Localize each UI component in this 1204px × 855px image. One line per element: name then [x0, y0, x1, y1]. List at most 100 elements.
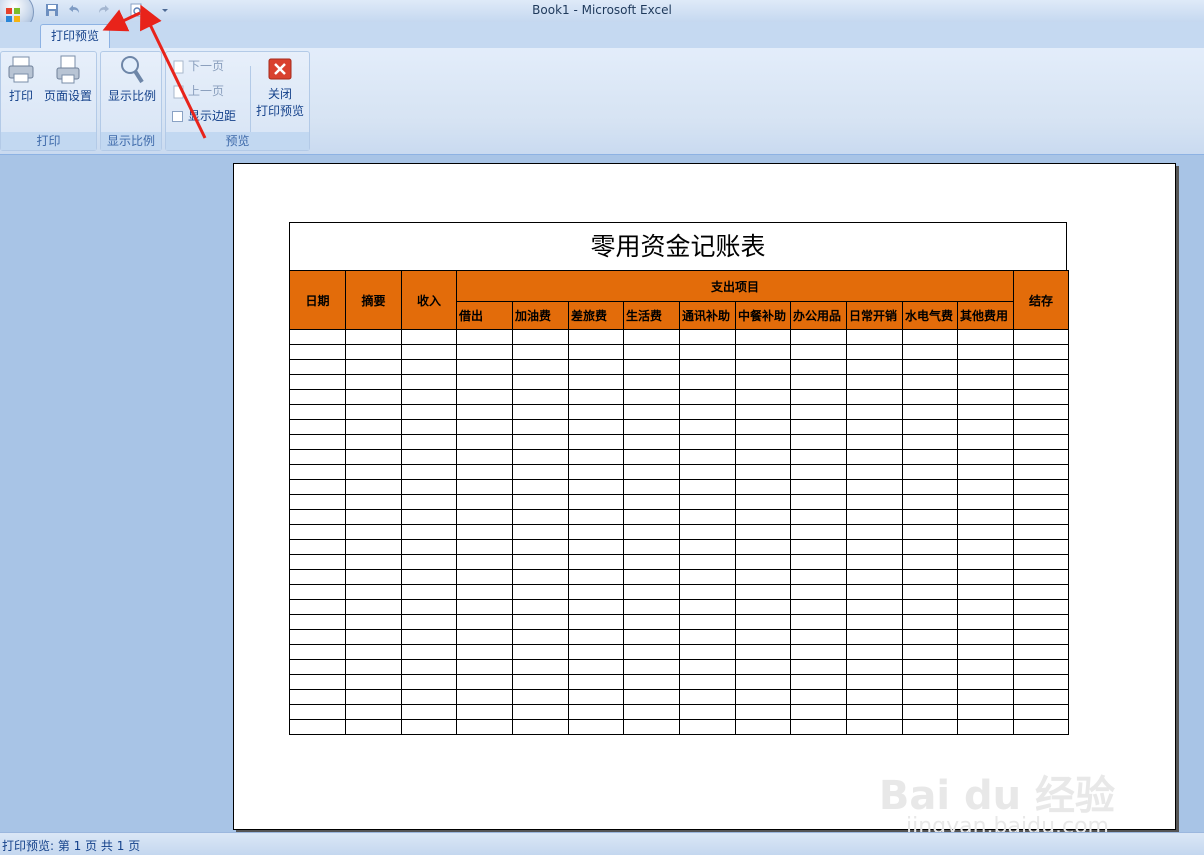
table-cell	[790, 539, 847, 555]
checkbox-icon[interactable]	[172, 111, 183, 122]
table-cell	[957, 554, 1014, 570]
table-cell	[735, 449, 791, 465]
table-cell	[735, 569, 791, 585]
table-cell	[957, 704, 1014, 720]
table-cell	[623, 689, 680, 705]
table-row	[289, 554, 1069, 570]
preview-workspace[interactable]: 零用资金记账表 日期 摘要 收入 支出项目 结存 借出 加油费 差旅费 生活费 通讯补助…	[0, 155, 1204, 839]
table-cell	[512, 404, 569, 420]
table-cell	[345, 434, 402, 450]
table-cell	[456, 569, 513, 585]
table-cell	[512, 539, 569, 555]
table-cell	[790, 419, 847, 435]
table-cell	[289, 359, 346, 375]
table-cell	[735, 644, 791, 660]
table-cell	[679, 614, 736, 630]
print-button[interactable]: 打印	[5, 54, 37, 105]
table-cell	[957, 464, 1014, 480]
table-cell	[957, 359, 1014, 375]
table-cell	[735, 464, 791, 480]
table-cell	[568, 494, 624, 510]
table-cell	[957, 344, 1014, 360]
table-cell	[568, 584, 624, 600]
table-cell	[289, 719, 346, 735]
table-cell	[401, 539, 457, 555]
table-cell	[846, 614, 903, 630]
table-cell	[846, 674, 903, 690]
table-cell	[289, 569, 346, 585]
table-cell	[512, 479, 569, 495]
table-cell	[1013, 659, 1069, 675]
table-cell	[401, 584, 457, 600]
table-cell	[902, 569, 958, 585]
table-cell	[957, 494, 1014, 510]
table-cell	[512, 359, 569, 375]
next-page-button[interactable]: 下一页	[172, 56, 224, 76]
page-setup-button[interactable]: 页面设置	[41, 54, 95, 105]
table-cell	[735, 434, 791, 450]
zoom-button[interactable]: 显示比例	[105, 54, 159, 105]
table-cell	[512, 614, 569, 630]
table-cell	[345, 569, 402, 585]
table-cell	[1013, 329, 1069, 345]
table-cell	[679, 674, 736, 690]
table-cell	[456, 599, 513, 615]
table-cell	[623, 719, 680, 735]
table-cell	[846, 689, 903, 705]
close-icon	[268, 58, 292, 80]
table-cell	[289, 584, 346, 600]
table-cell	[735, 719, 791, 735]
table-cell	[623, 434, 680, 450]
table-cell	[568, 359, 624, 375]
table-cell	[957, 629, 1014, 645]
table-cell	[623, 329, 680, 345]
table-cell	[401, 509, 457, 525]
header-income: 收入	[401, 270, 457, 330]
table-cell	[623, 359, 680, 375]
table-cell	[846, 629, 903, 645]
table-cell	[456, 389, 513, 405]
table-cell	[401, 629, 457, 645]
table-cell	[902, 704, 958, 720]
table-cell	[289, 614, 346, 630]
table-row	[289, 644, 1069, 660]
table-cell	[679, 629, 736, 645]
table-cell	[401, 554, 457, 570]
table-cell	[401, 449, 457, 465]
header-expense-column: 其他费用	[957, 301, 1014, 330]
table-cell	[1013, 704, 1069, 720]
table-cell	[623, 374, 680, 390]
table-cell	[456, 464, 513, 480]
table-cell	[289, 524, 346, 540]
table-cell	[1013, 584, 1069, 600]
table-cell	[957, 479, 1014, 495]
table-cell	[289, 464, 346, 480]
table-cell	[345, 704, 402, 720]
table-cell	[1013, 524, 1069, 540]
preview-page[interactable]: 零用资金记账表 日期 摘要 收入 支出项目 结存 借出 加油费 差旅费 生活费 通讯补助…	[233, 163, 1176, 839]
table-cell	[790, 524, 847, 540]
table-cell	[735, 554, 791, 570]
table-cell	[512, 554, 569, 570]
table-cell	[1013, 629, 1069, 645]
table-cell	[512, 449, 569, 465]
table-cell	[401, 344, 457, 360]
table-cell	[401, 599, 457, 615]
table-row	[289, 449, 1069, 465]
table-cell	[1013, 494, 1069, 510]
table-cell	[512, 419, 569, 435]
show-margins-checkbox[interactable]: 显示边距	[172, 106, 236, 126]
table-row	[289, 689, 1069, 705]
table-cell	[902, 449, 958, 465]
table-row	[289, 464, 1069, 480]
close-print-preview-button[interactable]: 关闭 打印预览	[254, 54, 306, 120]
prev-page-button[interactable]: 上一页	[172, 81, 224, 101]
tab-print-preview[interactable]: 打印预览	[40, 24, 110, 48]
table-cell	[623, 344, 680, 360]
table-cell	[790, 599, 847, 615]
table-cell	[790, 554, 847, 570]
table-cell	[568, 614, 624, 630]
table-cell	[345, 659, 402, 675]
table-cell	[623, 494, 680, 510]
table-cell	[289, 704, 346, 720]
